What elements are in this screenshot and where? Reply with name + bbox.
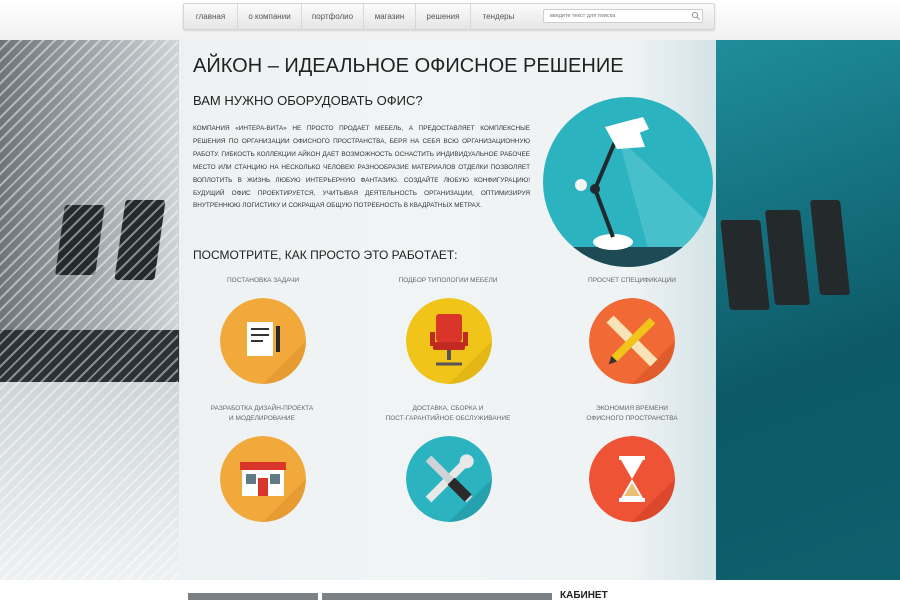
step-label: Просчет спецификации [588, 277, 676, 284]
nav-item-about[interactable]: о компании [238, 4, 302, 29]
top-bar: главная о компании портфолио магазин реш… [0, 0, 900, 40]
nav-item-solutions[interactable]: решения [416, 4, 471, 29]
page-title: АЙКОН – ИДЕАЛЬНОЕ ОФИСНОЕ РЕШЕНИЕ [193, 55, 624, 77]
wrench-screwdriver-icon [406, 436, 492, 522]
section-subtitle: ВАМ НУЖНО ОБОРУДОВАТЬ ОФИС? [193, 93, 423, 108]
main-navigation: главная о компании портфолио магазин реш… [183, 3, 715, 30]
office-chair-icon [406, 298, 492, 384]
pencil-ruler-icon [589, 298, 675, 384]
desk-lamp-icon [543, 97, 713, 267]
cabinet-heading: КАБИНЕТ [560, 590, 608, 600]
hourglass-icon [589, 436, 675, 522]
intro-paragraph: Компания «Интера-Вита» не просто продает… [193, 125, 530, 210]
step-label: Подбор типологии мебели [398, 277, 498, 284]
search-input[interactable] [543, 9, 703, 23]
step-label: Доставка, сборка и пост-гарантийное обслу… [385, 405, 511, 422]
nav-item-shop[interactable]: магазин [364, 4, 416, 29]
thumbnail-image[interactable] [188, 593, 318, 600]
nav-item-portfolio[interactable]: портфолио [302, 4, 364, 29]
background-teal-wall [716, 40, 900, 580]
step-label: Разработка дизайн-проекта и моделирование [210, 405, 314, 422]
nav-item-home[interactable]: главная [184, 4, 238, 29]
bottom-strip: КАБИНЕТ [0, 580, 900, 600]
how-it-works-heading: ПОСМОТРИТЕ, КАК ПРОСТО ЭТО РАБОТАЕТ: [193, 248, 458, 262]
step-label: Экономия времени офисного пространства [586, 405, 678, 422]
storefront-icon [220, 436, 306, 522]
step-label: Постановка задачи [226, 277, 300, 284]
search-icon[interactable] [691, 11, 701, 21]
document-icon [220, 298, 306, 384]
nav-item-tenders[interactable]: тендеры [471, 4, 526, 29]
thumbnail-image[interactable] [322, 593, 552, 600]
